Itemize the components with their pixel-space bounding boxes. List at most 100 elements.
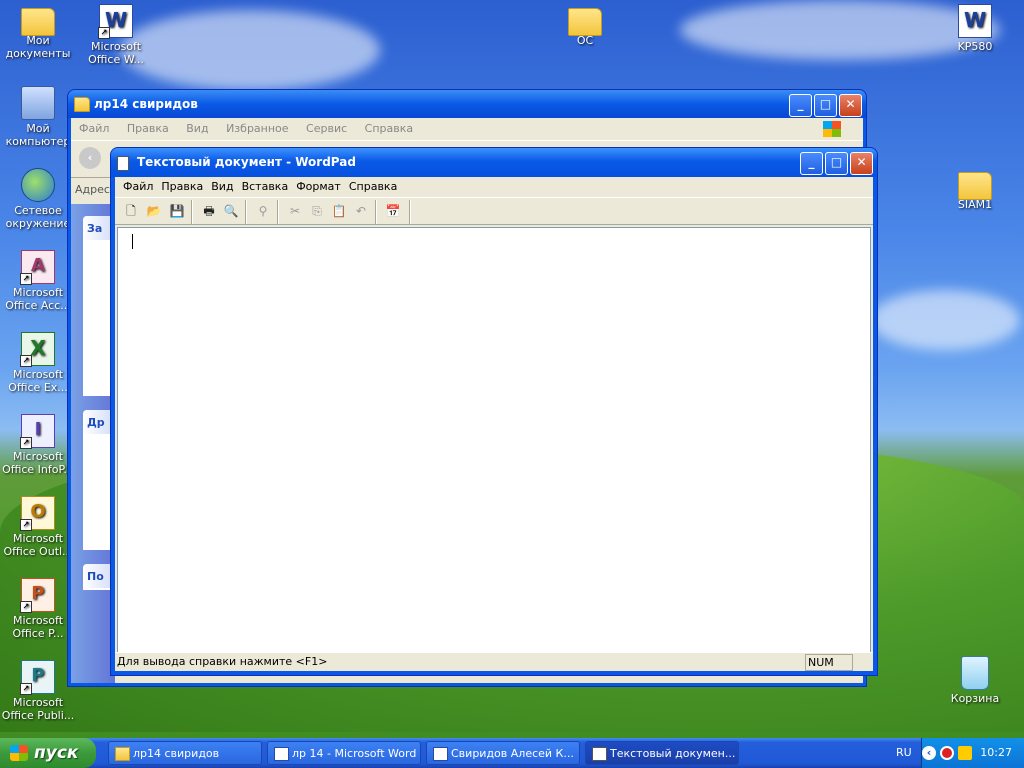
clock[interactable]: 10:27 [980,738,1012,768]
menu-favorites[interactable]: Избранное [226,122,288,135]
menu-help[interactable]: Справка [365,122,413,135]
open-folder-icon[interactable]: 📂 [144,201,164,221]
infopath-icon: I ↗ [20,414,55,449]
menu-view[interactable]: Вид [207,177,237,197]
wordpad-toolbar: 🗋 📂 💾 🖶 🔍 ⚲ ✂ ⎘ 📋 ↶ 📅 [115,198,873,225]
windows-flag-icon [823,121,841,137]
excel-icon: X ↗ [20,332,55,367]
system-tray: ‹ 10:27 [921,738,1024,768]
desktop-icon-network[interactable]: Сетевое окружение [0,168,76,230]
taskbar-button-label: лр 14 - Microsoft Word [292,747,417,760]
antivirus-icon[interactable] [940,746,954,760]
menu-edit[interactable]: Правка [157,177,207,197]
word-icon [274,747,289,761]
desktop-icon-label: Microsoft Office Outl... [3,532,73,558]
taskbar-button-label: Текстовый докумен... [610,747,736,760]
folder-icon [115,747,130,761]
desktop-icon-label: Microsoft Office Publi... [1,696,75,722]
close-button[interactable]: ✕ [839,94,862,117]
wordpad-title: Текстовый документ - WordPad [137,155,356,169]
menu-file[interactable]: Файл [119,177,157,197]
wordpad-window[interactable]: Текстовый документ - WordPad _ □ ✕ Файл Пра… [110,147,878,676]
wordpad-icon [592,747,607,761]
close-button[interactable]: ✕ [850,152,873,175]
menu-format[interactable]: Формат [292,177,345,197]
cloud [870,290,1020,350]
desktop-icon-publisher[interactable]: P ↗ Microsoft Office Publi... [0,660,76,722]
find-icon[interactable]: ⚲ [253,201,273,221]
folder-icon [958,172,992,200]
wordpad-icon [117,156,129,171]
taskbar-button-word-lr14[interactable]: лр 14 - Microsoft Word [267,741,421,765]
explorer-menubar: Файл Правка Вид Избранное Сервис Справка [71,118,863,140]
start-button[interactable]: пуск [0,738,96,768]
num-lock-indicator: NUM [805,654,853,671]
desktop-icon-powerpoint[interactable]: P ↗ Microsoft Office P... [0,578,76,640]
cut-icon[interactable]: ✂ [285,201,305,221]
taskbar: пуск лр14 свиридов лр 14 - Microsoft Wor… [0,738,1024,768]
new-document-icon[interactable]: 🗋 [121,201,141,221]
menu-file[interactable]: Файл [79,122,109,135]
toolbar-separator [409,200,411,224]
publisher-icon: P ↗ [20,660,55,695]
save-icon[interactable]: 💾 [167,201,187,221]
network-status-icon[interactable] [958,746,972,760]
text-caret [132,234,133,249]
windows-flag-icon [10,745,28,761]
cloud [120,10,380,90]
taskbar-button-explorer[interactable]: лр14 свиридов [108,741,262,765]
toolbar-separator [277,200,279,224]
desktop-icon-label: Microsoft Office W... [88,40,144,66]
menu-insert[interactable]: Вставка [238,177,293,197]
explorer-task-pane: За Др По [71,204,123,683]
desktop-icon-my-computer[interactable]: Мой компьютер [0,86,76,148]
desktop-icon-outlook[interactable]: O ↗ Microsoft Office Outl... [0,496,76,558]
desktop-icon-access[interactable]: A ↗ Microsoft Office Acc... [0,250,76,312]
desktop-icon-infopath[interactable]: I ↗ Microsoft Office InfoP... [0,414,76,476]
menu-tools[interactable]: Сервис [306,122,347,135]
desktop-icon-label: Microsoft Office P... [12,614,64,640]
insert-date-time-icon[interactable]: 📅 [383,201,403,221]
outlook-icon: O ↗ [20,496,55,531]
desktop-icon-word[interactable]: W ↗ Microsoft Office W... [78,4,154,66]
access-icon: A ↗ [20,250,55,285]
undo-icon[interactable]: ↶ [351,201,371,221]
minimize-button[interactable]: _ [800,152,823,175]
print-icon[interactable]: 🖶 [199,201,219,221]
wordpad-titlebar[interactable]: Текстовый документ - WordPad _ □ ✕ [111,148,877,177]
explorer-title: лр14 свиридов [94,97,198,111]
status-message: Для вывода справки нажмите <F1> [117,655,328,668]
menu-view[interactable]: Вид [186,122,208,135]
taskbar-button-wordpad[interactable]: Текстовый докумен... [585,741,739,765]
status-bar: Для вывода справки нажмите <F1> NUM [115,652,873,671]
menu-edit[interactable]: Правка [127,122,169,135]
minimize-button[interactable]: _ [789,94,812,117]
desktop-icon-label: Microsoft Office Ex... [8,368,68,394]
folder-icon [21,8,55,36]
computer-icon [21,86,55,120]
recycle-bin-icon [961,656,989,690]
document-editor[interactable] [117,227,871,653]
explorer-titlebar[interactable]: лр14 свиридов _ □ ✕ [68,90,866,118]
maximize-button[interactable]: □ [825,152,848,175]
word-icon [433,747,448,761]
paste-icon[interactable]: 📋 [329,201,349,221]
desktop-icon-siam1[interactable]: SIAM1 [937,168,1013,211]
back-icon[interactable]: ‹ [79,147,101,169]
print-preview-icon[interactable]: 🔍 [221,201,241,221]
desktop-icon-kp580[interactable]: W KP580 [937,4,1013,53]
toolbar-separator [375,200,377,224]
tray-expand-icon[interactable]: ‹ [922,746,936,760]
desktop-icon-label: Мой компьютер [5,122,71,148]
desktop-icon-oc[interactable]: OC [547,4,623,47]
taskbar-button-word-sviridov[interactable]: Свиридов Алесей К... [426,741,580,765]
desktop-icon-my-documents[interactable]: Мои документы [0,4,76,60]
desktop-icon-recycle-bin[interactable]: Корзина [937,656,1013,705]
desktop-icon-excel[interactable]: X ↗ Microsoft Office Ex... [0,332,76,394]
menu-help[interactable]: Справка [345,177,401,197]
toolbar-separator [245,200,247,224]
language-indicator[interactable]: RU [896,738,912,768]
maximize-button[interactable]: □ [814,94,837,117]
copy-icon[interactable]: ⎘ [307,201,327,221]
folder-icon [568,8,602,36]
